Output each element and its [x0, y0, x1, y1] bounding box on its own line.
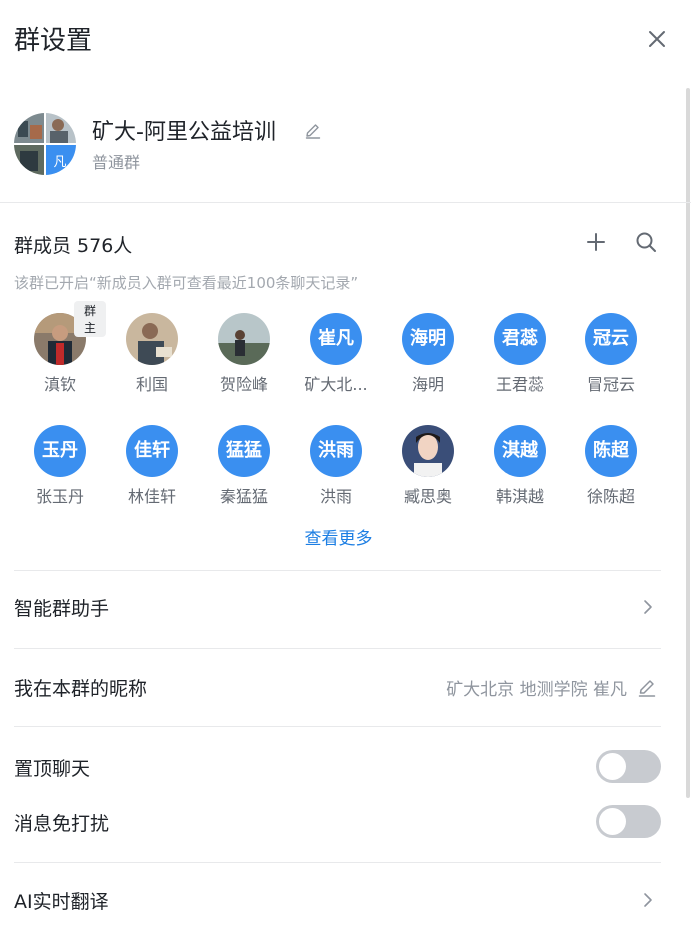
owner-badge: 群主 [74, 301, 106, 337]
divider [0, 202, 691, 203]
member-item[interactable]: 淇越 韩淇越 [474, 425, 566, 515]
member-item[interactable]: 佳轩 林佳轩 [106, 425, 198, 515]
pin-chat-row: 置顶聊天 [14, 748, 661, 788]
member-avatar [402, 425, 454, 477]
members-notice: 该群已开启“新成员入群可查看最近100条聊天记录” [14, 274, 359, 292]
member-item[interactable]: 冠云 冒冠云 [565, 313, 657, 403]
member-name: 贺险峰 [219, 375, 268, 394]
member-avatar: 佳轩 [126, 425, 178, 477]
member-name: 张玉丹 [35, 487, 84, 506]
edit-icon[interactable] [304, 122, 322, 140]
mute-toggle[interactable] [596, 805, 661, 838]
close-icon[interactable] [644, 26, 670, 52]
mute-row: 消息免打扰 [14, 803, 661, 843]
members-title: 群成员 576人 [14, 235, 133, 257]
page-title: 群设置 [14, 26, 93, 56]
ai-translate-label: AI实时翻译 [14, 891, 109, 913]
chevron-right-icon [644, 893, 652, 907]
member-item[interactable]: 君蕊 王君蕊 [474, 313, 566, 403]
member-avatar [126, 313, 178, 365]
member-avatar: 玉丹 [34, 425, 86, 477]
smart-assistant-label: 智能群助手 [14, 598, 110, 620]
member-name: 林佳轩 [127, 487, 176, 506]
mute-label: 消息免打扰 [14, 813, 110, 835]
header: 群设置 [0, 0, 691, 80]
divider [14, 862, 661, 863]
member-name: 徐陈超 [586, 487, 635, 506]
member-name: 韩淇越 [495, 487, 544, 506]
member-item[interactable]: 玉丹 张玉丹 [14, 425, 106, 515]
member-name: 臧思奥 [403, 487, 452, 506]
nickname-value: 矿大北京 地测学院 崔凡 [446, 680, 627, 700]
member-name: 秦猛猛 [219, 487, 268, 506]
search-icon[interactable] [634, 230, 658, 254]
divider [14, 570, 661, 571]
member-name: 矿大北... [304, 375, 368, 394]
group-name: 矿大-阿里公益培训 [92, 120, 276, 145]
member-name: 滇钦 [43, 375, 76, 394]
member-item[interactable]: 贺险峰 [198, 313, 290, 403]
add-member-icon[interactable] [584, 230, 608, 254]
member-name: 海明 [411, 375, 444, 394]
pin-chat-label: 置顶聊天 [14, 758, 91, 780]
member-avatar: 冠云 [585, 313, 637, 365]
member-name: 冒冠云 [586, 375, 635, 394]
member-item[interactable]: 猛猛 秦猛猛 [198, 425, 290, 515]
member-name: 洪雨 [319, 487, 352, 506]
toggle-knob [599, 808, 626, 835]
member-avatar: 陈超 [585, 425, 637, 477]
member-item[interactable]: 陈超 徐陈超 [565, 425, 657, 515]
pin-chat-toggle[interactable] [596, 750, 661, 783]
group-avatar[interactable]: 凡 [14, 113, 76, 175]
member-item[interactable]: 海明 海明 [382, 313, 474, 403]
member-avatar: 淇越 [494, 425, 546, 477]
smart-assistant-row[interactable]: 智能群助手 [14, 588, 661, 628]
divider [14, 648, 661, 649]
chevron-right-icon [644, 600, 652, 614]
nickname-label: 我在本群的昵称 [14, 678, 148, 700]
member-item[interactable]: 洪雨 洪雨 [290, 425, 382, 515]
member-avatar: 猛猛 [218, 425, 270, 477]
nickname-row[interactable]: 我在本群的昵称 矿大北京 地测学院 崔凡 [14, 668, 661, 708]
edit-icon[interactable] [637, 678, 657, 698]
member-avatar: 崔凡 [310, 313, 362, 365]
member-name: 王君蕊 [495, 375, 544, 394]
member-avatar: 洪雨 [310, 425, 362, 477]
member-name: 利国 [135, 375, 168, 394]
ai-translate-row[interactable]: AI实时翻译 [14, 881, 661, 921]
member-avatar: 君蕊 [494, 313, 546, 365]
group-type: 普通群 [92, 153, 141, 172]
member-avatar [218, 313, 270, 365]
member-item[interactable]: 崔凡 矿大北... [290, 313, 382, 403]
member-item[interactable]: 群主 滇钦 [14, 301, 106, 403]
member-avatar: 海明 [402, 313, 454, 365]
divider [14, 726, 661, 727]
view-more-link[interactable]: 查看更多 [0, 524, 677, 549]
group-avatar-initial: 凡 [53, 155, 66, 170]
member-item[interactable]: 臧思奥 [382, 425, 474, 515]
toggle-knob [599, 753, 626, 780]
member-item[interactable]: 利国 [106, 313, 198, 403]
group-info: 凡 矿大-阿里公益培训 普通群 [0, 104, 691, 202]
